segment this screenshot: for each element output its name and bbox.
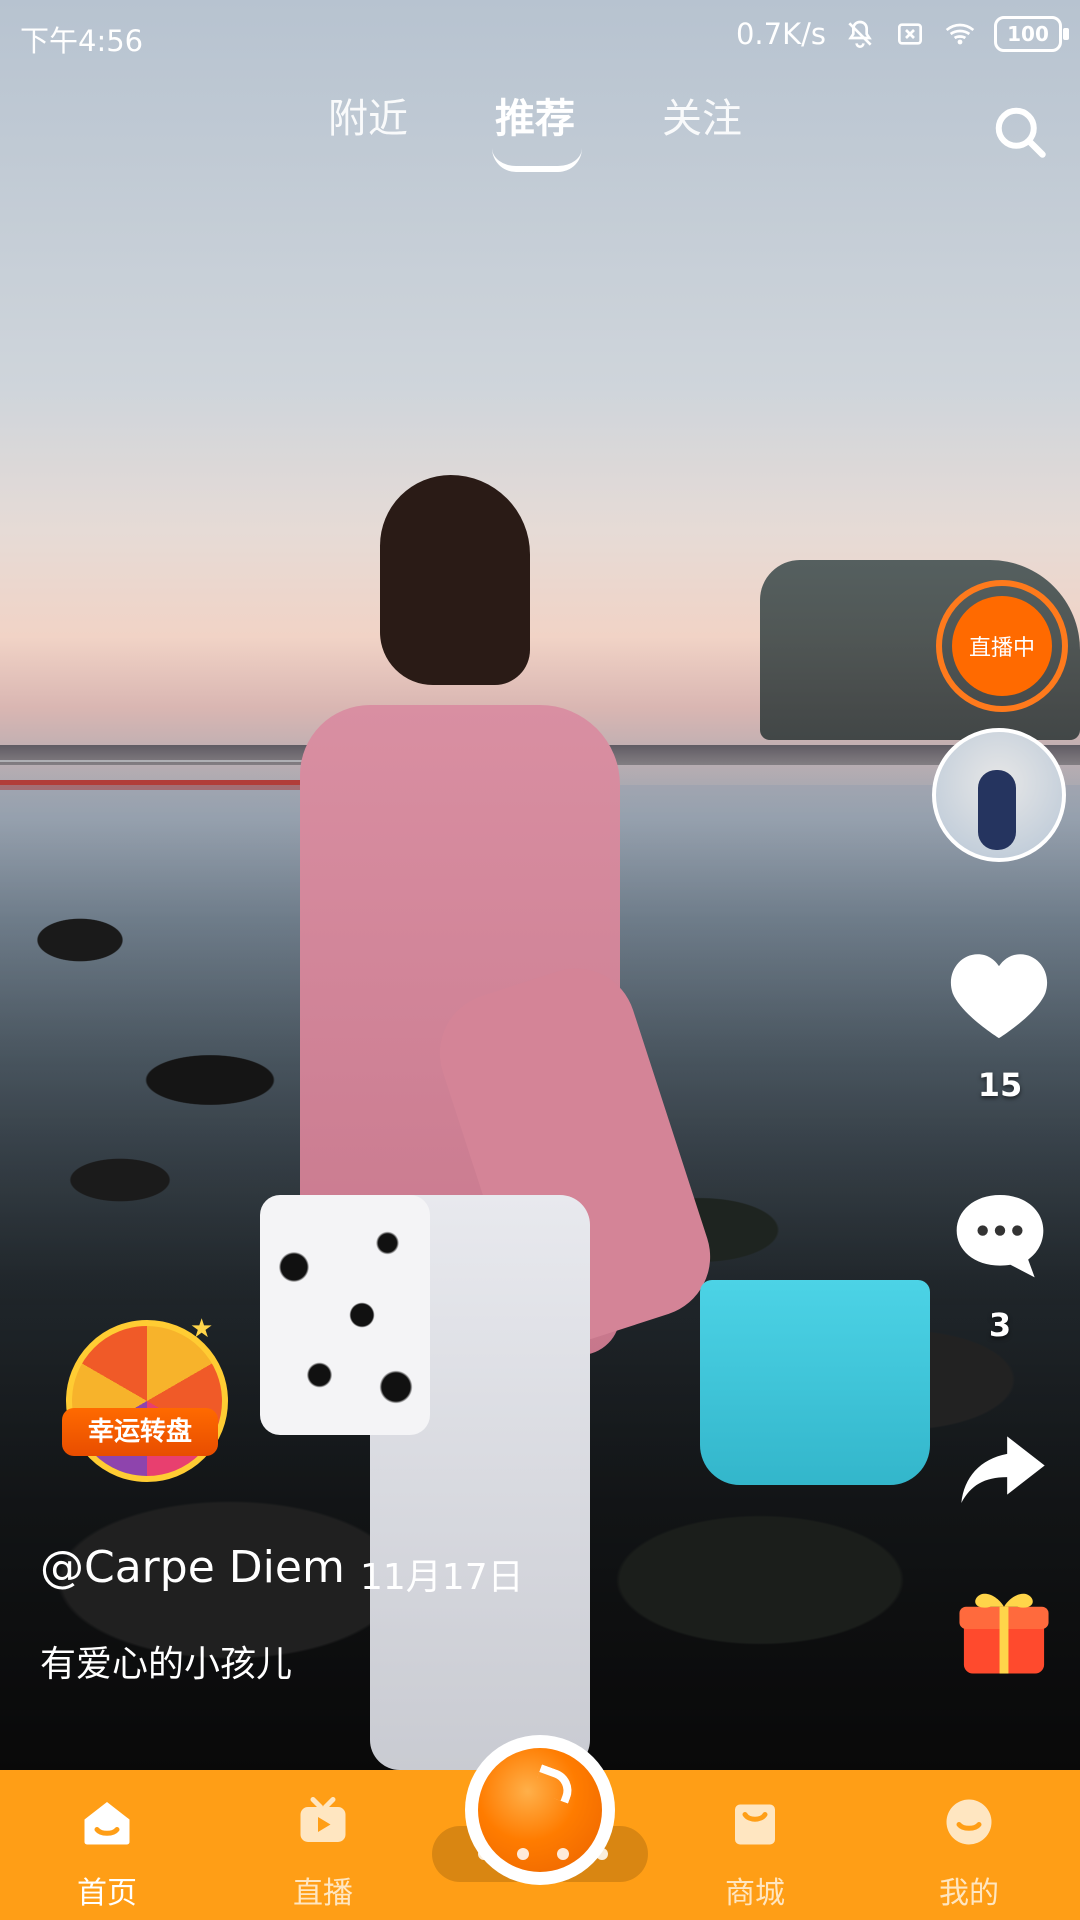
video-background[interactable] [0,0,1080,1770]
shop-bag-icon [735,1804,775,1845]
wifi-icon [945,23,975,45]
tv-play-icon [300,1797,346,1842]
likes-count: 15 [977,1066,1023,1104]
record-button-shine [532,1764,578,1804]
nav-label-me: 我的 [939,1876,999,1911]
comment-bubble-icon[interactable] [948,1185,1052,1283]
nav-label-live: 直播 [293,1876,353,1911]
live-badge-inner: 直播中 [952,596,1052,696]
live-badge-label: 直播中 [968,636,1035,661]
live-badge[interactable]: 直播中 [936,580,1068,712]
tab-label: 附近 [328,96,408,142]
share-arrow-icon[interactable] [953,1418,1053,1513]
lucky-wheel-button[interactable]: 幸运转盘 [62,1408,218,1456]
smile-profile-icon [946,1799,992,1845]
nav-item-home[interactable]: 首页 [32,1770,182,1920]
post-date: 11月17日 [360,1557,524,1598]
person-bag [260,1195,430,1435]
nav-label-shop: 商城 [725,1876,785,1911]
dot [478,1848,490,1860]
author-username[interactable]: @Carpe Diem [40,1542,345,1593]
network-speed: 0.7K/s [735,17,826,51]
record-button-dots [478,1848,608,1860]
person-hair [380,475,530,685]
tab-nearby[interactable]: 附近 [328,86,408,144]
battery-nub [1063,28,1069,40]
gift-icon[interactable] [950,1580,1058,1678]
comments-count: 3 [988,1306,1012,1344]
nav-item-live[interactable]: 直播 [248,1770,398,1920]
active-tab-indicator [492,148,582,172]
post-caption: 有爱心的小孩儿 [40,1644,293,1685]
dot [517,1848,530,1860]
dot [595,1848,608,1860]
nav-item-me[interactable]: 我的 [894,1770,1044,1920]
lucky-wheel-graphic[interactable] [66,1320,228,1482]
battery-icon: 100 [994,16,1069,52]
record-button[interactable] [465,1735,615,1885]
blue-bucket [700,1280,930,1485]
home-icon [84,1802,130,1845]
search-icon[interactable] [990,102,1050,162]
tab-label: 推荐 [495,96,575,142]
status-right: 0.7K/s 100 [735,16,1069,52]
author-avatar[interactable] [932,728,1066,862]
dot [556,1848,569,1860]
lucky-wheel-label: 幸运转盘 [87,1417,192,1447]
status-time: 下午4:56 [20,24,144,58]
star-icon: ★ [190,1314,214,1344]
battery-level: 100 [1007,22,1049,46]
tab-label: 关注 [662,96,742,142]
tab-following[interactable]: 关注 [662,86,742,144]
heart-icon[interactable] [946,945,1052,1043]
status-bar: 下午4:56 0.7K/s 100 [0,0,1080,72]
nav-item-shop[interactable]: 商城 [680,1770,830,1920]
nav-label-home: 首页 [77,1876,137,1911]
bell-muted-icon [848,20,872,48]
avatar-figure [978,770,1016,850]
no-sim-icon [898,23,922,45]
tab-recommended[interactable]: 推荐 [495,86,575,144]
